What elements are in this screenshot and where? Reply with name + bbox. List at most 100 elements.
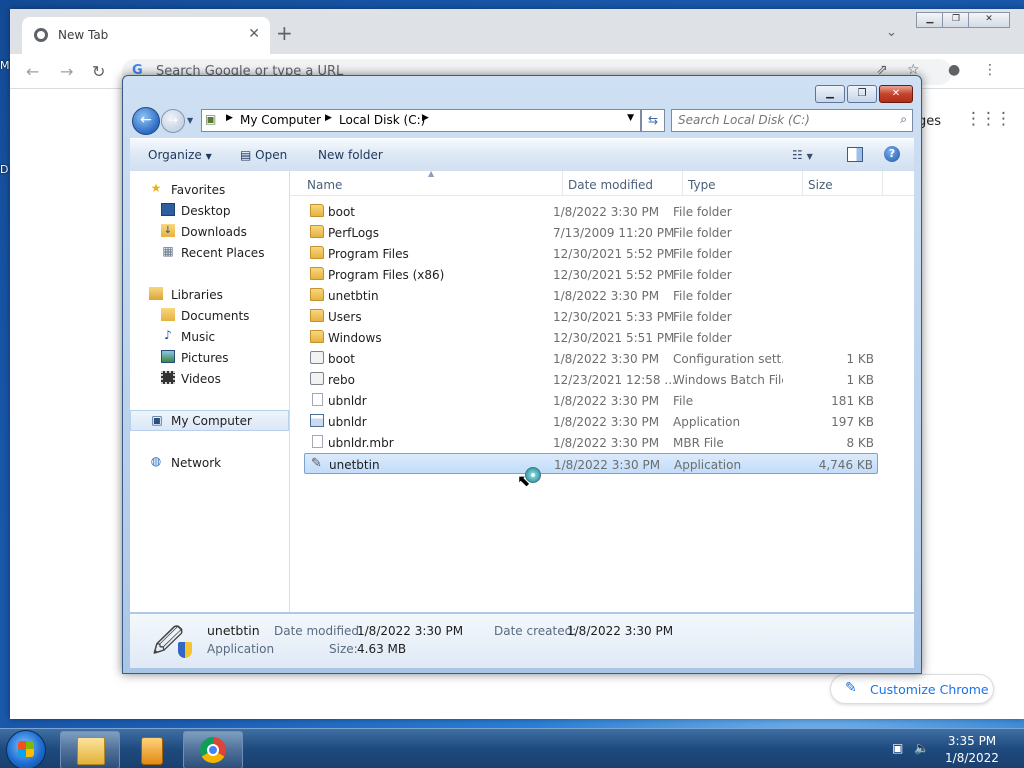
breadcrumb-separator-icon[interactable]: ▶ — [226, 113, 233, 123]
file-row[interactable]: Program Files (x86) 12/30/2021 5:52 PM Fil… — [304, 264, 878, 285]
search-input[interactable] — [676, 112, 890, 128]
file-date-modified: 1/8/2022 3:30 PM — [553, 289, 660, 303]
file-row[interactable]: boot 1/8/2022 3:30 PM File folder — [304, 201, 878, 222]
close-window-button[interactable]: ✕ — [879, 85, 913, 103]
nav-documents[interactable]: Documents — [130, 305, 289, 326]
apps-grid-icon[interactable]: ⋮⋮⋮ — [965, 111, 1012, 132]
desktop-icon-label[interactable]: D — [0, 163, 8, 176]
nav-favorites[interactable]: ★ Favorites — [130, 179, 289, 200]
back-button[interactable]: ← — [132, 107, 160, 135]
clock-time[interactable]: 3:35 PM — [932, 734, 1012, 748]
file-row[interactable]: ubnldr 1/8/2022 3:30 PM File 181 KB — [304, 390, 878, 411]
nav-downloads[interactable]: ↓ Downloads — [130, 221, 289, 242]
recent-places-icon: ▦ — [162, 244, 174, 258]
preview-pane-icon[interactable] — [847, 147, 863, 162]
clock-date[interactable]: 1/8/2022 — [932, 751, 1012, 765]
nav-music[interactable]: ♪ Music — [130, 326, 289, 347]
address-dropdown-icon[interactable]: ▼ — [627, 113, 634, 123]
new-tab-button[interactable]: + — [276, 23, 293, 43]
column-divider[interactable] — [682, 171, 683, 195]
back-arrow-icon[interactable]: ← — [26, 62, 39, 81]
column-header-name[interactable]: Name — [307, 178, 342, 192]
file-row[interactable]: boot 1/8/2022 3:30 PM Configuration sett..… — [304, 348, 878, 369]
search-box[interactable]: ⌕ — [671, 109, 913, 132]
customize-chrome-button[interactable]: ✎ Customize Chrome — [830, 674, 994, 704]
taskbar-chrome-button[interactable] — [183, 731, 243, 768]
tab-new-tab[interactable]: New Tab ✕ — [22, 17, 270, 54]
nav-my-computer[interactable]: ▣ My Computer — [130, 410, 289, 431]
taskbar-media-player-button[interactable] — [121, 731, 181, 768]
profile-avatar-icon[interactable]: ● — [948, 62, 960, 78]
nav-network[interactable]: ◍ Network — [130, 452, 289, 473]
file-row[interactable]: unetbtin 1/8/2022 3:30 PM File folder — [304, 285, 878, 306]
organize-button[interactable]: Organize ▼ — [148, 148, 212, 162]
file-row[interactable]: ubnldr 1/8/2022 3:30 PM Application 197 KB — [304, 411, 878, 432]
search-icon[interactable]: ⌕ — [900, 112, 907, 127]
open-button[interactable]: ▤ Open — [240, 148, 287, 162]
system-tray: ▣ 🔈 3:35 PM 1/8/2022 — [886, 729, 1024, 768]
desktop-icon-label[interactable]: M — [0, 59, 10, 72]
breadcrumb-separator-icon[interactable]: ▶ — [325, 113, 332, 123]
nav-pictures[interactable]: Pictures — [130, 347, 289, 368]
new-folder-button[interactable]: New folder — [318, 148, 383, 162]
column-divider[interactable] — [802, 171, 803, 195]
forward-arrow-icon[interactable]: → — [60, 62, 73, 81]
column-divider[interactable] — [562, 171, 563, 195]
nav-desktop[interactable]: Desktop — [130, 200, 289, 221]
menu-kebab-icon[interactable]: ⋮ — [983, 62, 997, 78]
nav-label: Downloads — [181, 225, 247, 239]
file-row[interactable]: ✎ unetbtin 1/8/2022 3:30 PM Application 4,74… — [304, 453, 878, 474]
size-value: 4.63 MB — [357, 642, 407, 656]
volume-icon[interactable]: 🔈 — [914, 741, 929, 755]
column-header-date[interactable]: Date modified — [568, 178, 653, 192]
nav-videos[interactable]: Videos — [130, 368, 289, 389]
file-row[interactable]: Program Files 12/30/2021 5:52 PM File fold… — [304, 243, 878, 264]
taskbar-explorer-button[interactable] — [60, 731, 120, 768]
documents-icon — [161, 308, 175, 321]
change-view-button[interactable]: ☷ ▼ — [792, 148, 813, 162]
file-row[interactable]: PerfLogs 7/13/2009 11:20 PM File folder — [304, 222, 878, 243]
file-type: File folder — [673, 331, 732, 345]
address-bar[interactable]: ▣ ▶ My Computer ▶ Local Disk (C:) ▶ ▼ — [201, 109, 641, 132]
start-button[interactable] — [6, 730, 46, 768]
nav-label: Videos — [181, 372, 221, 386]
file-row[interactable]: rebo 12/23/2021 12:58 ... Windows Batch Fi… — [304, 369, 878, 390]
column-header-type[interactable]: Type — [688, 178, 716, 192]
refresh-button[interactable]: ⇆ — [641, 109, 665, 132]
customize-chrome-label: Customize Chrome — [870, 682, 989, 697]
details-pane: 🖉 unetbtin Application Date modified: 1/… — [130, 613, 914, 668]
file-type: File folder — [673, 310, 732, 324]
minimize-button[interactable]: ▁ — [916, 12, 944, 28]
maximize-button[interactable]: ❐ — [942, 12, 970, 28]
recent-pages-dropdown-icon[interactable]: ▼ — [187, 116, 193, 125]
nav-libraries[interactable]: Libraries — [130, 284, 289, 305]
column-headers: ▲ Name Date modified Type Size — [290, 169, 914, 196]
nav-label: My Computer — [171, 414, 252, 428]
maximize-button[interactable]: ❐ — [847, 85, 877, 103]
file-row[interactable]: Windows 12/30/2021 5:51 PM File folder — [304, 327, 878, 348]
nav-recent-places[interactable]: ▦ Recent Places — [130, 242, 289, 263]
application-icon — [310, 414, 324, 427]
breadcrumb-local-disk[interactable]: Local Disk (C:) — [339, 113, 425, 127]
chevron-down-icon: ▼ — [806, 152, 813, 161]
date-modified-value: 1/8/2022 3:30 PM — [357, 624, 464, 638]
file-type: Windows Batch File — [673, 373, 783, 387]
breadcrumb-separator-icon[interactable]: ▶ — [422, 113, 429, 123]
file-row[interactable]: ubnldr.mbr 1/8/2022 3:30 PM MBR File 8 KB — [304, 432, 878, 453]
network-icon[interactable]: ▣ — [892, 741, 903, 755]
minimize-button[interactable]: ▁ — [815, 85, 845, 103]
breadcrumb-my-computer[interactable]: My Computer — [240, 113, 321, 127]
forward-button[interactable]: → — [161, 109, 185, 133]
file-row[interactable]: Users 12/30/2021 5:33 PM File folder — [304, 306, 878, 327]
file-icon — [312, 435, 323, 448]
explorer-title-bar[interactable]: ▁ ❐ ✕ — [123, 76, 921, 106]
close-icon[interactable]: ✕ — [248, 26, 260, 42]
column-divider[interactable] — [882, 171, 883, 195]
reload-icon[interactable]: ↻ — [92, 62, 105, 81]
help-icon[interactable]: ? — [884, 146, 900, 162]
chevron-down-icon[interactable]: ⌄ — [886, 25, 897, 40]
file-type: File folder — [673, 268, 732, 282]
file-date-modified: 12/30/2021 5:52 PM — [553, 247, 675, 261]
close-window-button[interactable]: ✕ — [968, 12, 1010, 28]
column-header-size[interactable]: Size — [808, 178, 833, 192]
